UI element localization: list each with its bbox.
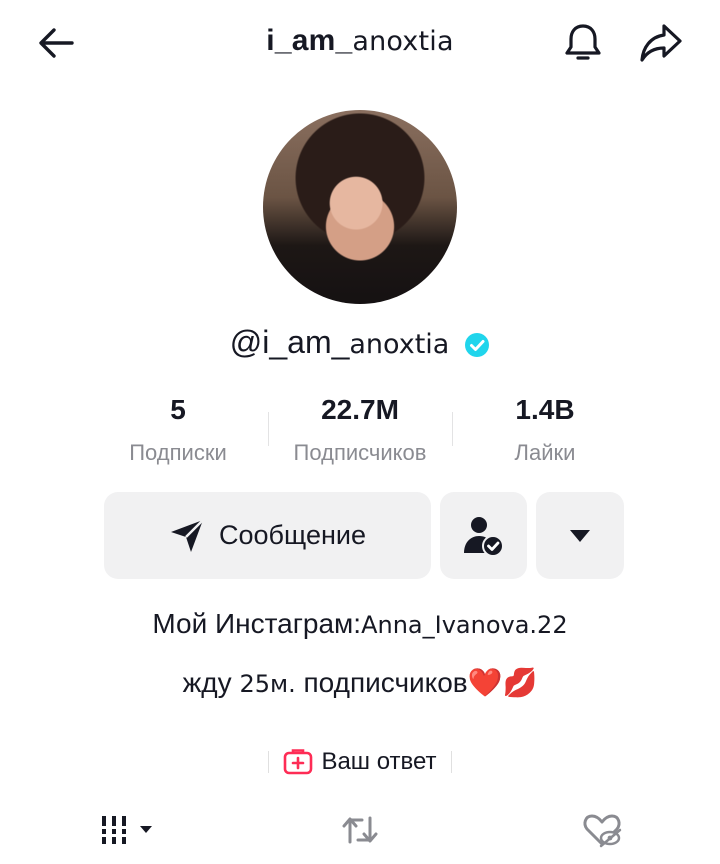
- stat-value: 1.4B: [515, 394, 575, 425]
- stat-value: 5: [170, 394, 186, 425]
- answer-separator: [450, 751, 452, 773]
- stat-following[interactable]: 5 Подписки: [88, 394, 268, 466]
- bio-line-2: жду 25м. подписчиков❤️💋: [182, 667, 538, 698]
- verified-badge-icon: [465, 332, 490, 357]
- content-tab-bar: [0, 806, 720, 864]
- page-title: i_am_anoxtia: [266, 24, 454, 57]
- stat-likes[interactable]: 1.4B Лайки: [455, 394, 635, 466]
- avatar[interactable]: [263, 110, 457, 304]
- repost-icon: [342, 816, 378, 844]
- profile-handle: @i_am_anoxtia: [0, 324, 720, 361]
- tab-liked[interactable]: [578, 806, 626, 854]
- stat-value: 22.7M: [321, 394, 399, 425]
- liked-hidden-icon: [583, 814, 622, 848]
- stat-divider: [452, 412, 453, 446]
- stat-label: Лайки: [514, 440, 576, 465]
- question-box-icon: [284, 749, 313, 775]
- your-answer-button[interactable]: Ваш ответ: [283, 748, 437, 776]
- tab-videos[interactable]: [96, 806, 160, 854]
- notifications-button[interactable]: [559, 19, 607, 67]
- grid-icon: [100, 816, 152, 844]
- stat-label: Подписки: [129, 440, 227, 465]
- bell-icon: [565, 24, 601, 60]
- your-answer-row: Ваш ответ: [0, 748, 720, 776]
- user-check-icon: [463, 516, 504, 557]
- stat-divider: [268, 412, 269, 446]
- more-options-button[interactable]: [536, 492, 624, 579]
- share-button[interactable]: [637, 19, 685, 67]
- stat-followers[interactable]: 22.7M Подписчиков: [270, 394, 450, 466]
- share-icon: [640, 24, 682, 62]
- following-status-button[interactable]: [440, 492, 527, 579]
- message-button[interactable]: Сообщение: [104, 492, 431, 579]
- send-icon: [171, 518, 204, 552]
- bio-line-1: Мой Инстаграм:Anna_Ivanova.22: [152, 608, 568, 639]
- caret-down-icon: [570, 529, 590, 542]
- stat-label: Подписчиков: [293, 440, 427, 465]
- answer-separator: [268, 751, 270, 773]
- message-button-label: Сообщение: [219, 520, 366, 550]
- your-answer-label: Ваш ответ: [321, 748, 437, 775]
- tab-reposts[interactable]: [336, 806, 384, 854]
